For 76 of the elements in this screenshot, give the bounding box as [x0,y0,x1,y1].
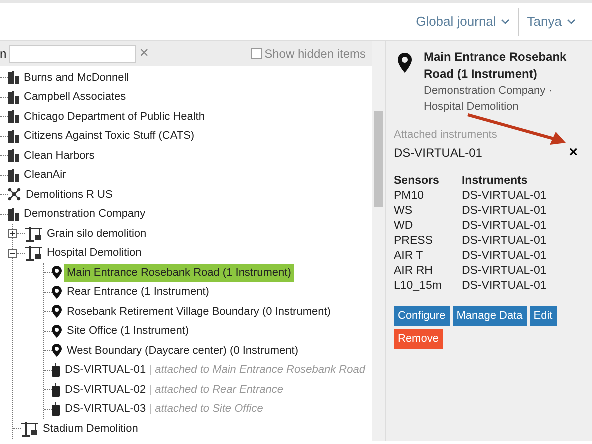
tree-item[interactable]: Hospital Demolition [44,244,145,262]
search-field[interactable] [8,44,136,62]
tree-item[interactable]: CleanAir [21,166,70,184]
map-pin-icon [52,286,62,299]
tree-item[interactable]: Demolitions R US [23,186,116,204]
table-cell-text: DS-VIRTUAL-01 [462,234,548,248]
building-icon [8,149,19,162]
table-cell-text: PRESS [394,234,434,248]
table-cell-text: WD [394,218,414,234]
building-icon [8,168,19,182]
map-pin-icon [52,344,62,358]
tree-item[interactable]: Stadium Demolition [40,420,142,438]
tree-item[interactable]: Chicago Department of Public Health [21,108,208,126]
expand-toggle[interactable] [8,248,17,258]
menu-dropdown[interactable]: Tanya [519,12,584,32]
tree-item[interactable]: Demonstration Company [21,205,149,224]
column-header: Instruments [462,174,529,188]
table-cell-text: DS-VIRTUAL-01 [462,218,548,234]
checkbox-label: Show hidden items [264,46,366,62]
tree-item[interactable]: Clean Harbors [21,146,98,165]
table-cell-text: WS [394,204,414,218]
table-cell-text: DS-VIRTUAL-01 [462,278,548,294]
crane-icon [21,420,38,437]
caret-icon [567,18,576,24]
field-label: Attached instruments [394,128,498,143]
table-cell-text: DS-VIRTUAL-01 [462,264,548,278]
field-value: DS-VIRTUAL-01 [394,144,482,162]
tree-item[interactable]: DS-VIRTUAL-02 | attached to Rear Entrance [62,380,287,399]
network-icon [8,188,21,202]
checkbox[interactable] [250,48,262,59]
table-cell-text: PM10 [394,188,426,204]
tree-item[interactable]: DS-VIRTUAL-01 | attached to Main Entrance Rosebank Road [62,361,368,380]
location-path: Demonstration Company · Hospital Demolition [424,84,554,115]
action-button[interactable]: Edit [530,306,557,326]
action-button[interactable]: Manage Data [452,306,527,326]
building-icon [8,90,19,104]
tree-item[interactable]: Main Entrance Rosebank Road (1 Instrument) [64,264,294,282]
building-icon [8,71,19,84]
crane-icon [25,226,42,242]
tree-item[interactable]: Site Office (1 Instrument) [64,322,192,340]
table-cell-text: DS-VIRTUAL-01 [462,248,548,264]
scrollbar[interactable] [372,41,385,441]
tree-item[interactable]: Grain silo demolition [44,224,150,243]
device-icon [52,402,60,416]
device-icon [52,382,60,397]
map-pin-icon [52,266,62,280]
action-button[interactable]: Configure [394,306,450,326]
device-icon [52,363,60,378]
remove-button[interactable]: Remove [394,328,443,348]
map-pin-icon [52,324,62,338]
table-cell-text: AIR T [394,248,424,264]
building-icon [8,208,19,221]
tree-item[interactable]: West Boundary (Daycare center) (0 Instrument) [64,342,302,360]
detach-button[interactable]: × [563,145,584,160]
building-icon [8,130,19,143]
table-cell-text: AIR RH [394,264,434,278]
column-header: Sensors [394,174,440,188]
caret-icon [501,18,510,24]
table-cell-text: DS-VIRTUAL-01 [462,188,548,204]
scrollbar-thumb[interactable] [374,111,383,207]
table-cell-text: L10_15m [394,278,443,294]
building-icon [8,110,19,124]
crane-icon [25,245,42,262]
map-pin-icon [398,53,412,73]
menu-dropdown[interactable]: Global journal [408,12,518,32]
tree-item[interactable]: Rosebank Retirement Village Boundary (0 Instrument) [64,302,334,321]
location-title: Main Entrance Rosebank Road (1 Instrument) [424,49,568,83]
table-cell-text: DS-VIRTUAL-01 [462,204,548,218]
tree-item[interactable]: Citizens Against Toxic Stuff (CATS) [21,127,198,146]
search-label: n [0,46,7,62]
tree-item[interactable]: Campbell Associates [21,88,130,106]
tree-item[interactable]: Burns and McDonnell [21,68,132,87]
tree-item[interactable]: Rear Entrance (1 Instrument) [64,283,212,302]
expand-toggle[interactable] [8,229,17,238]
map-pin-icon [52,305,62,318]
tree-item[interactable]: DS-VIRTUAL-03 | attached to Site Office [62,400,266,418]
